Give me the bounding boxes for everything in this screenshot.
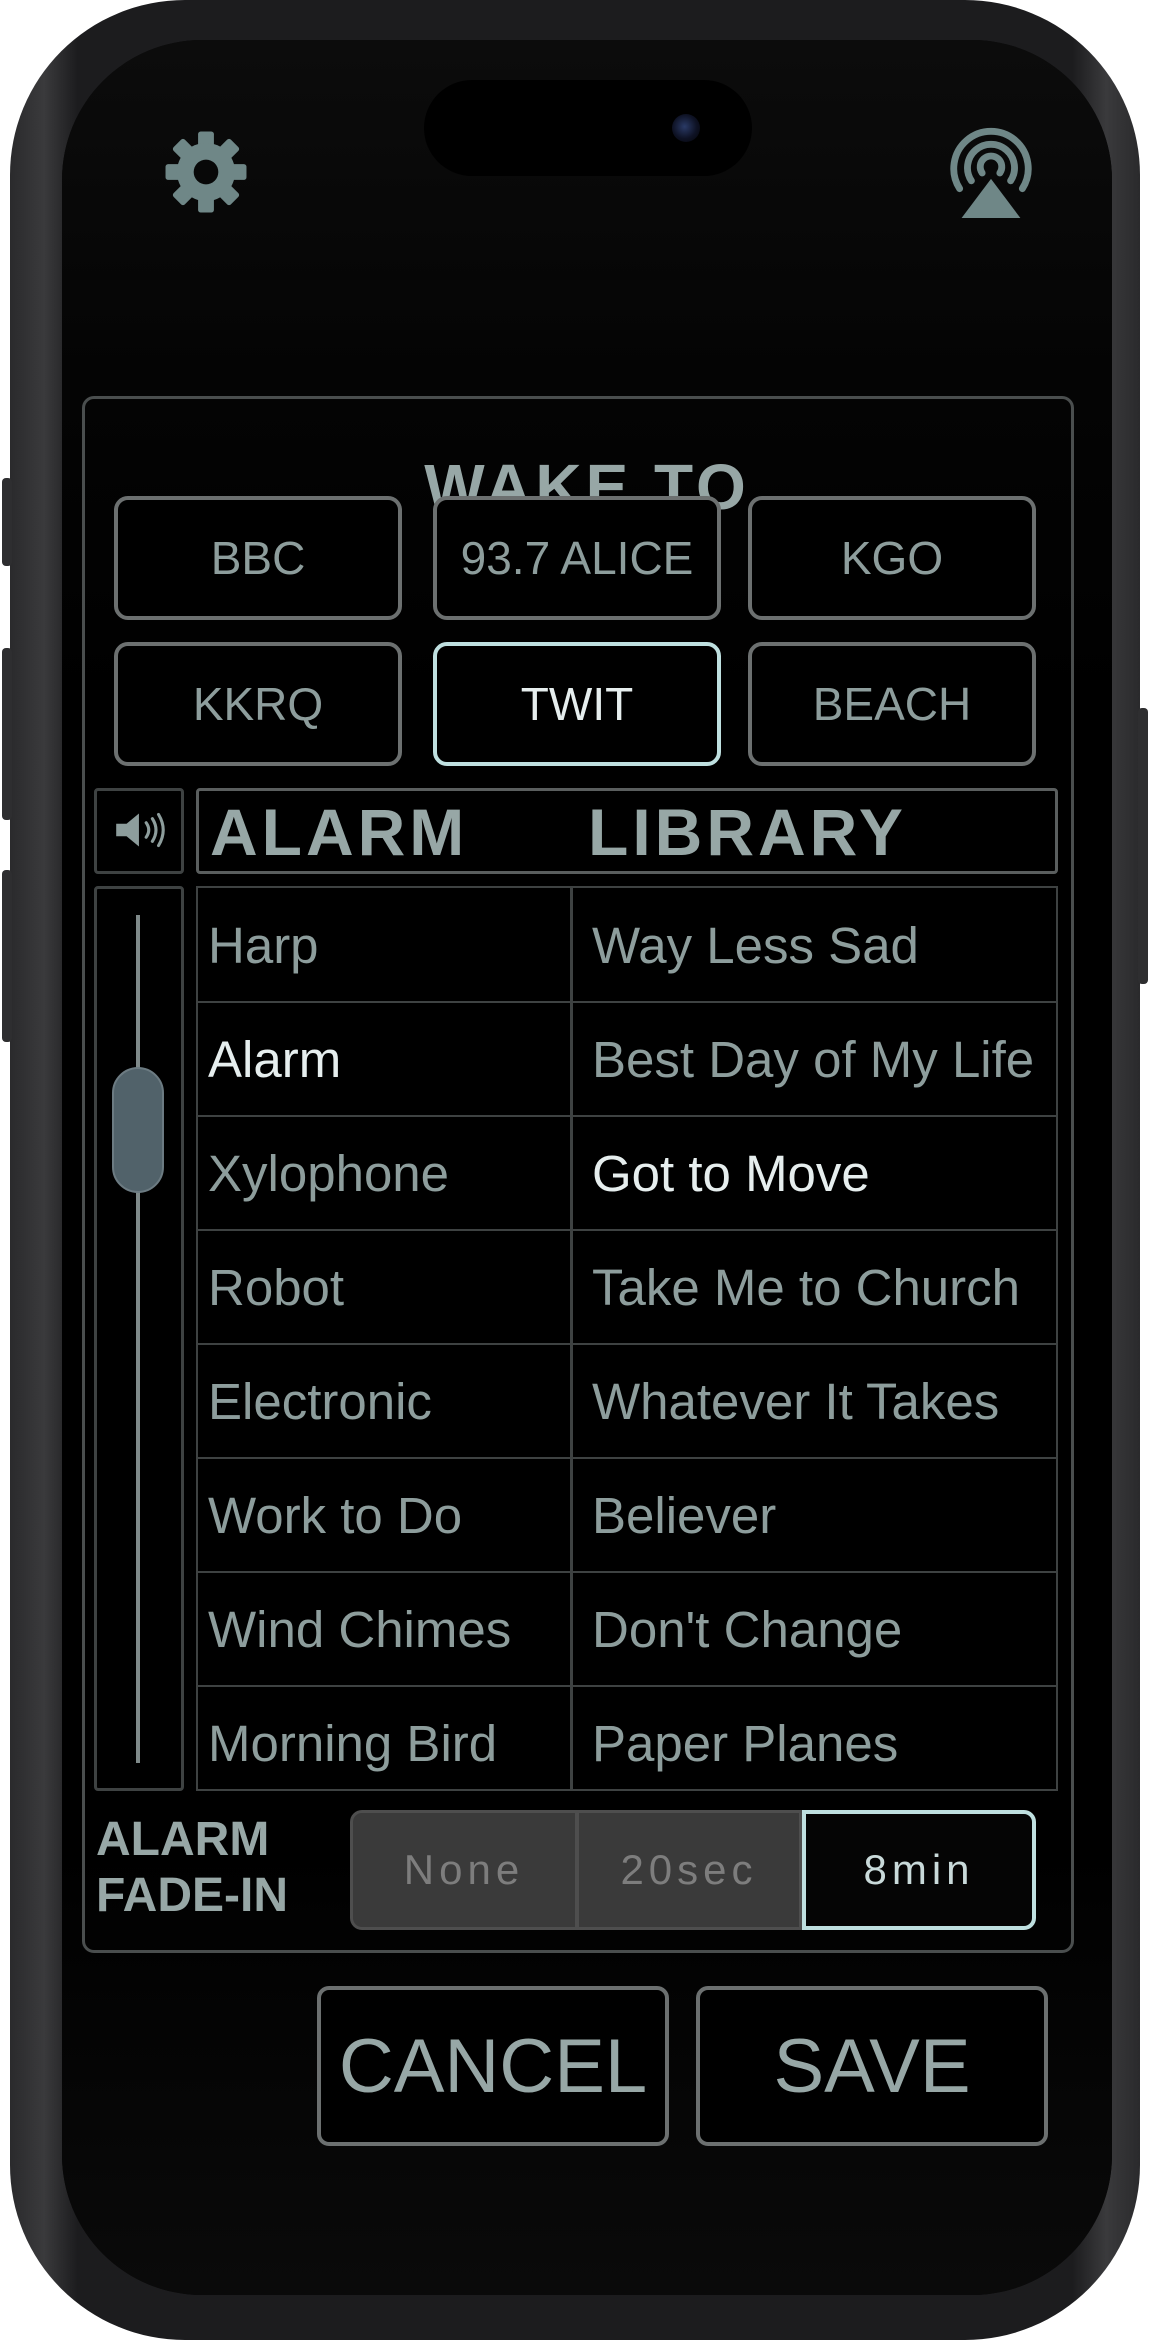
- alarm-item[interactable]: Harp: [208, 888, 566, 1002]
- speaker-icon: [116, 812, 165, 848]
- library-item[interactable]: Believer: [592, 1458, 1056, 1572]
- library-item[interactable]: Got to Move: [592, 1116, 1056, 1230]
- dynamic-island: [424, 80, 752, 176]
- column-divider: [570, 886, 573, 1791]
- alarm-item[interactable]: Wind Chimes: [208, 1572, 566, 1686]
- volume-down-button: [2, 870, 12, 1042]
- alarm-header: ALARM: [210, 795, 469, 869]
- station-button-kkrq[interactable]: KKRQ: [114, 642, 402, 766]
- fade-option-8min[interactable]: 8min: [802, 1810, 1036, 1930]
- station-button-alice[interactable]: 93.7 ALICE: [433, 496, 721, 620]
- power-button: [1138, 708, 1148, 984]
- fade-option-20sec[interactable]: 20sec: [576, 1810, 802, 1930]
- fade-in-label: ALARM FADE-IN: [96, 1812, 288, 1924]
- save-button[interactable]: SAVE: [696, 1986, 1048, 2146]
- action-button: [2, 478, 12, 566]
- gear-icon[interactable]: [162, 128, 250, 216]
- screen: WAKE TO BBC 93.7 ALICE KGO KKRQ TWIT BEA…: [62, 40, 1112, 2295]
- volume-slider-thumb[interactable]: [112, 1067, 164, 1193]
- library-item[interactable]: Don't Change: [592, 1572, 1056, 1686]
- station-button-beach[interactable]: BEACH: [748, 642, 1036, 766]
- library-item[interactable]: Best Day of My Life: [592, 1002, 1056, 1116]
- library-item[interactable]: Take Me to Church: [592, 1230, 1056, 1344]
- airplay-icon[interactable]: [942, 118, 1040, 226]
- station-button-kgo[interactable]: KGO: [748, 496, 1036, 620]
- volume-up-button: [2, 648, 12, 820]
- fade-option-none[interactable]: None: [350, 1810, 578, 1930]
- cancel-button[interactable]: CANCEL: [317, 1986, 669, 2146]
- library-item[interactable]: Way Less Sad: [592, 888, 1056, 1002]
- fade-in-label-line2: FADE-IN: [96, 1869, 288, 1922]
- volume-slider-track: [136, 915, 140, 1763]
- alarm-item[interactable]: Work to Do: [208, 1458, 566, 1572]
- library-item[interactable]: Whatever It Takes: [592, 1344, 1056, 1458]
- phone-frame: WAKE TO BBC 93.7 ALICE KGO KKRQ TWIT BEA…: [2, 0, 1148, 2340]
- library-header: LIBRARY: [588, 795, 907, 869]
- alarm-item[interactable]: Xylophone: [208, 1116, 566, 1230]
- library-item[interactable]: Paper Planes: [592, 1686, 1056, 1800]
- alarm-item[interactable]: Alarm: [208, 1002, 566, 1116]
- alarm-item[interactable]: Robot: [208, 1230, 566, 1344]
- alarm-item[interactable]: Electronic: [208, 1344, 566, 1458]
- front-camera: [672, 114, 700, 142]
- station-button-twit[interactable]: TWIT: [433, 642, 721, 766]
- fade-in-label-line1: ALARM: [96, 1813, 270, 1866]
- station-button-bbc[interactable]: BBC: [114, 496, 402, 620]
- alarm-item[interactable]: Morning Bird: [208, 1686, 566, 1800]
